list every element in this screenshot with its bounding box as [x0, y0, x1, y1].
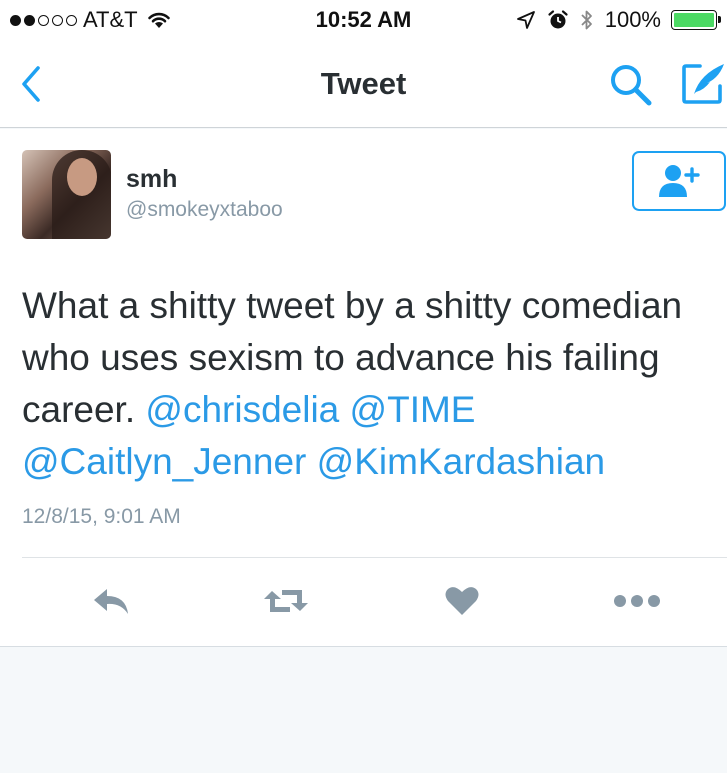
mention-link[interactable]: @chrisdelia	[145, 389, 339, 430]
bluetooth-icon	[581, 10, 592, 30]
more-options-button[interactable]	[613, 581, 661, 621]
battery-fill	[674, 13, 714, 27]
compose-tweet-icon	[682, 64, 724, 104]
battery-percent: 100%	[604, 7, 661, 32]
user-handle[interactable]: @smokeyxtaboo	[126, 198, 283, 222]
mention-link[interactable]: @Caitlyn_Jenner	[22, 441, 306, 482]
battery-icon	[671, 10, 721, 30]
tweet-detail: smh @smokeyxtaboo What a shitty tweet by…	[0, 129, 727, 647]
mention-link[interactable]: @KimKardashian	[317, 441, 605, 482]
divider	[22, 557, 727, 558]
mention-link[interactable]: @TIME	[350, 389, 476, 430]
retweet-button[interactable]	[262, 581, 310, 621]
status-right: 100%	[515, 7, 721, 33]
like-button[interactable]	[444, 581, 480, 621]
reply-button[interactable]	[90, 581, 132, 621]
more-dots-icon	[614, 595, 660, 607]
reply-icon	[94, 589, 128, 614]
status-bar: AT&T 10:52 AM 100%	[0, 0, 727, 40]
retweet-icon	[264, 590, 308, 612]
avatar[interactable]	[22, 150, 111, 239]
search-button[interactable]	[608, 62, 654, 108]
tweet-text: What a shitty tweet by a shitty comedian…	[22, 280, 722, 488]
add-user-icon	[659, 165, 700, 197]
compose-tweet-button[interactable]	[680, 60, 727, 106]
alarm-clock-icon	[548, 10, 568, 29]
tweet-timestamp: 12/8/15, 9:01 AM	[22, 505, 181, 528]
follow-button[interactable]	[632, 151, 726, 211]
display-name[interactable]: smh	[126, 165, 177, 194]
avatar-face	[67, 158, 97, 196]
battery-nub	[718, 16, 721, 23]
location-arrow-icon	[516, 11, 535, 29]
nav-bar: Tweet	[0, 40, 727, 128]
heart-icon	[445, 587, 479, 615]
search-icon	[611, 65, 652, 106]
